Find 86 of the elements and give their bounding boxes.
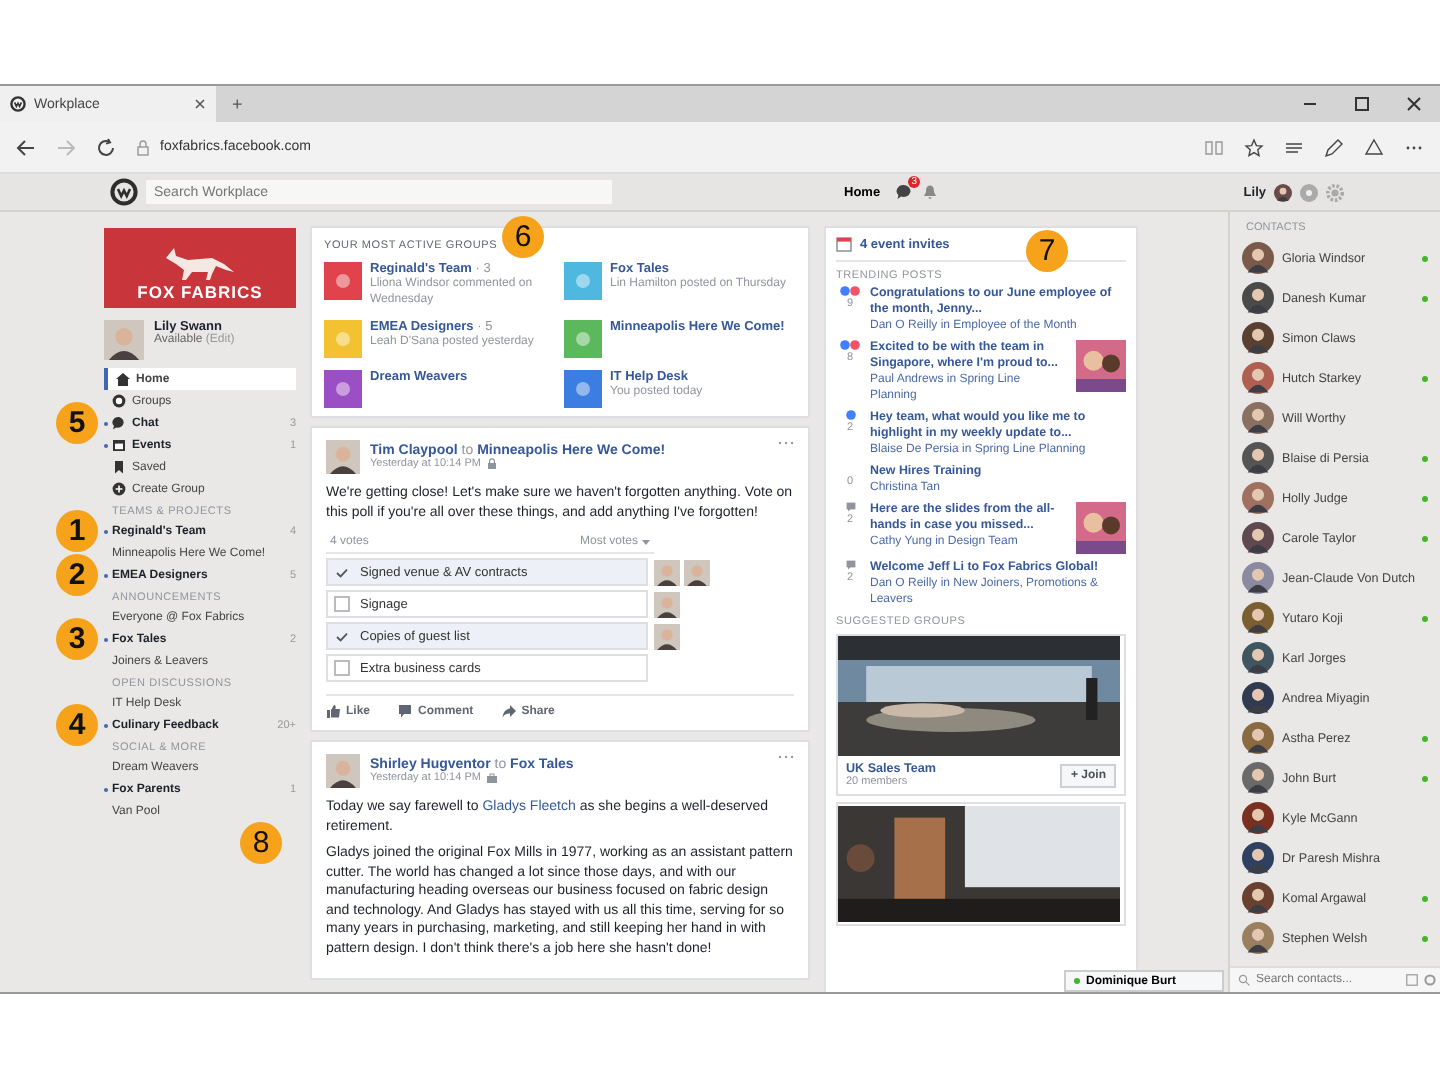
maximize-icon[interactable]	[1352, 94, 1372, 114]
home-icon	[116, 372, 130, 386]
contact-avatar	[1242, 922, 1274, 954]
voter-photo	[654, 559, 680, 585]
menu-icon[interactable]	[1284, 137, 1304, 157]
checkbox[interactable]	[334, 660, 350, 676]
callout-badge: 7	[1026, 230, 1068, 272]
share-icon	[501, 704, 516, 718]
heart-reaction-icon	[850, 286, 860, 296]
contact-avatar	[1242, 482, 1274, 514]
brand-name: FOX FABRICS	[137, 282, 263, 302]
contact-avatar	[1242, 762, 1274, 794]
refresh-icon[interactable]	[96, 137, 116, 157]
contact-avatar	[1242, 682, 1274, 714]
bell-icon[interactable]	[922, 184, 939, 200]
pen-icon[interactable]	[1324, 137, 1344, 157]
contact-avatar	[1242, 322, 1274, 354]
reading-view-icon[interactable]	[1204, 137, 1224, 157]
close-icon[interactable]	[1404, 94, 1424, 114]
contact-avatar	[1242, 362, 1274, 394]
caret-icon	[642, 539, 650, 545]
comment-icon	[845, 560, 855, 570]
checkbox[interactable]	[334, 596, 350, 612]
checkbox[interactable]	[334, 628, 350, 644]
group-icon[interactable]	[324, 370, 362, 408]
voter-photo	[684, 559, 710, 585]
checkbox[interactable]	[334, 564, 350, 580]
chat-icon	[112, 416, 126, 430]
back-icon[interactable]	[16, 137, 36, 157]
close-icon[interactable]	[194, 98, 206, 110]
settings-icon[interactable]	[1326, 183, 1344, 201]
heart-reaction-icon	[850, 340, 860, 350]
callout-badge: 8	[240, 822, 282, 864]
callout-badge: 5	[56, 402, 98, 444]
group-icon[interactable]	[564, 262, 602, 300]
search-icon	[1238, 974, 1250, 986]
compose-icon[interactable]	[1406, 974, 1418, 986]
contact-avatar	[1242, 282, 1274, 314]
contact-avatar	[1242, 442, 1274, 474]
plus-icon	[112, 482, 126, 496]
contact-avatar	[1242, 802, 1274, 834]
contact-avatar	[1242, 842, 1274, 874]
briefcase-icon	[486, 772, 499, 784]
group-icon[interactable]	[564, 320, 602, 358]
settings-icon[interactable]	[1424, 974, 1436, 986]
like-reaction-icon	[845, 410, 855, 420]
thumbs-up-icon	[326, 704, 340, 718]
chat-icon[interactable]	[896, 184, 913, 200]
profile-photo	[104, 320, 144, 360]
help-icon[interactable]	[1300, 183, 1318, 201]
voter-photo	[654, 591, 680, 617]
contact-avatar	[1242, 522, 1274, 554]
contact-avatar	[1242, 882, 1274, 914]
lock-icon	[136, 139, 150, 155]
new-tab-button[interactable]: +	[216, 86, 259, 122]
calendar-icon	[836, 236, 852, 252]
user-avatar	[1274, 183, 1292, 201]
voter-photo	[654, 623, 680, 649]
forward-icon[interactable]	[56, 137, 76, 157]
callout-badge: 2	[56, 554, 98, 596]
circle-icon	[112, 394, 126, 408]
author-photo	[326, 754, 360, 788]
workplace-logo-icon	[10, 96, 26, 112]
contact-avatar	[1242, 402, 1274, 434]
comment-icon	[845, 502, 855, 512]
calendar-icon	[112, 438, 126, 452]
contact-avatar	[1242, 602, 1274, 634]
callout-badge: 6	[502, 216, 544, 258]
callout-badge: 1	[56, 510, 98, 552]
like-reaction-icon	[840, 286, 850, 296]
workplace-logo-icon	[110, 178, 138, 206]
lock-icon	[486, 458, 499, 470]
contact-avatar	[1242, 242, 1274, 274]
bookmark-icon	[112, 460, 126, 474]
group-icon[interactable]	[324, 262, 362, 300]
contact-avatar	[1242, 722, 1274, 754]
like-reaction-icon	[840, 340, 850, 350]
callout-badge: 3	[56, 618, 98, 660]
author-photo	[326, 440, 360, 474]
share-icon[interactable]	[1364, 137, 1384, 157]
callout-badge: 4	[56, 704, 98, 746]
contact-avatar	[1242, 562, 1274, 594]
comment-icon	[398, 704, 413, 718]
group-icon[interactable]	[564, 370, 602, 408]
star-icon[interactable]	[1244, 137, 1264, 157]
contact-avatar	[1242, 642, 1274, 674]
